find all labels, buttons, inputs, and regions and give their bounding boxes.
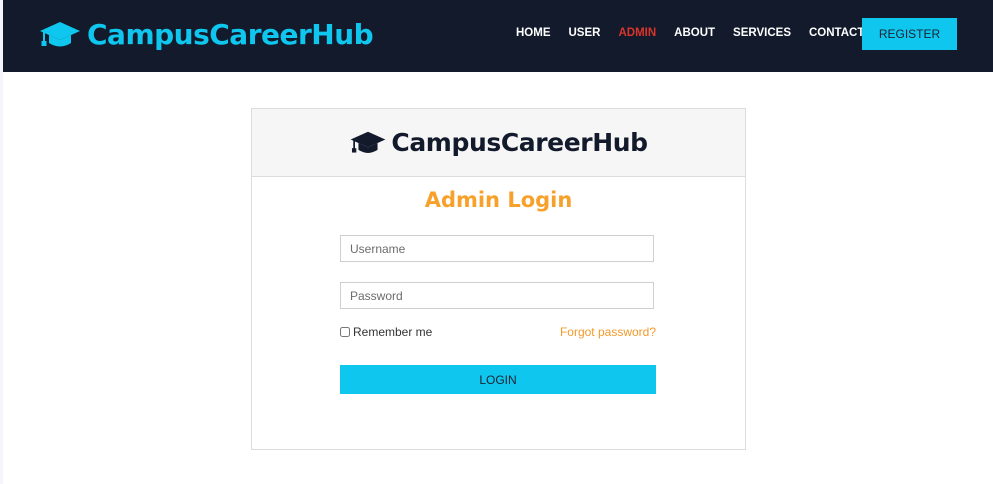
username-input[interactable] <box>340 235 654 262</box>
login-button[interactable]: LOGIN <box>340 365 656 394</box>
login-title: Admin Login <box>424 188 573 212</box>
nav-item-services[interactable]: SERVICES <box>733 27 791 39</box>
nav-item-home[interactable]: HOME <box>516 27 551 39</box>
graduation-cap-icon <box>40 21 80 46</box>
remember-me[interactable]: Remember me <box>340 325 432 339</box>
nav-item-admin[interactable]: ADMIN <box>618 27 656 39</box>
navbar: CampusCareerHub HOME USER ADMIN ABOUT SE… <box>3 0 993 72</box>
remember-me-label: Remember me <box>353 325 433 339</box>
nav-item-contact[interactable]: CONTACT <box>809 27 864 39</box>
brand-logo[interactable]: CampusCareerHub <box>39 18 374 51</box>
nav-item-about[interactable]: ABOUT <box>674 27 715 39</box>
main-nav: HOME USER ADMIN ABOUT SERVICES CONTACT <box>516 27 882 39</box>
brand-name: CampusCareerHub <box>87 18 374 51</box>
forgot-password-link[interactable]: Forgot password? <box>560 325 656 339</box>
graduation-cap-icon <box>351 131 386 153</box>
remember-me-checkbox[interactable] <box>340 327 350 337</box>
register-button[interactable]: REGISTER <box>862 18 957 50</box>
login-card: CampusCareerHub Admin Login Remember me … <box>251 108 746 450</box>
card-brand-name: CampusCareerHub <box>391 128 648 157</box>
page: CampusCareerHub HOME USER ADMIN ABOUT SE… <box>3 0 993 484</box>
password-input[interactable] <box>340 282 654 309</box>
login-card-header: CampusCareerHub <box>252 109 745 177</box>
nav-item-user[interactable]: USER <box>569 27 601 39</box>
